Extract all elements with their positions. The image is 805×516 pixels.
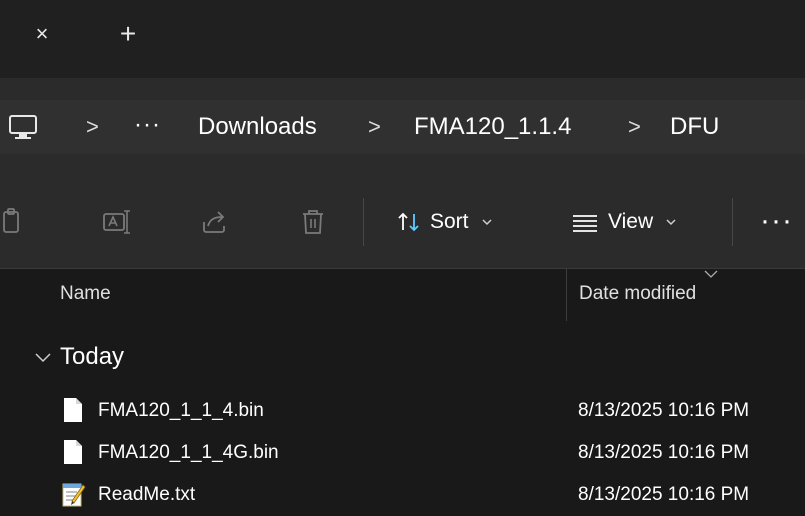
- file-date: 8/13/2025 10:16 PM: [578, 442, 750, 463]
- view-button[interactable]: View: [570, 202, 677, 242]
- file-date: 8/13/2025 10:16 PM: [578, 400, 750, 421]
- group-header-today[interactable]: Today: [34, 343, 124, 371]
- breadcrumb[interactable]: > ··· Downloads > FMA120_1.1.4 > DFU: [0, 100, 805, 154]
- close-tab-button[interactable]: ×: [28, 20, 56, 48]
- file-list: Name Date modified Today FMA120_1_1_4.bi…: [0, 269, 805, 516]
- group-label: Today: [60, 343, 125, 370]
- sort-button[interactable]: Sort: [396, 202, 493, 242]
- command-bar: Sort View ···: [0, 176, 805, 269]
- delete-icon[interactable]: [296, 206, 330, 238]
- toolbar-divider: [363, 198, 364, 246]
- more-options-button[interactable]: ···: [760, 204, 793, 238]
- computer-icon[interactable]: [6, 114, 42, 142]
- view-list-icon: [573, 215, 597, 232]
- column-separator[interactable]: [566, 269, 567, 321]
- sort-icon: [398, 212, 419, 232]
- paste-icon[interactable]: [0, 206, 26, 238]
- file-icon: [64, 440, 82, 464]
- plus-icon: +: [119, 18, 137, 49]
- chevron-down-icon: [666, 219, 676, 226]
- toolbar-divider: [732, 198, 733, 246]
- breadcrumb-fma120[interactable]: FMA120_1.1.4: [414, 113, 571, 141]
- file-row[interactable]: FMA120_1_1_4G.bin 8/13/2025 10:16 PM: [0, 435, 805, 471]
- breadcrumb-overflow[interactable]: ···: [134, 111, 161, 139]
- close-icon: ×: [35, 21, 49, 46]
- new-tab-button[interactable]: +: [112, 18, 144, 50]
- breadcrumb-dfu[interactable]: DFU: [670, 113, 719, 141]
- breadcrumb-separator[interactable]: >: [368, 114, 381, 140]
- breadcrumb-separator[interactable]: >: [628, 114, 641, 140]
- column-header-date[interactable]: Date modified: [579, 283, 696, 305]
- rename-icon[interactable]: [100, 206, 134, 238]
- chevron-down-icon: [481, 219, 492, 226]
- breadcrumb-downloads[interactable]: Downloads: [198, 113, 317, 141]
- share-icon[interactable]: [198, 206, 232, 238]
- file-date: 8/13/2025 10:16 PM: [578, 484, 750, 505]
- view-label: View: [608, 210, 654, 233]
- sort-indicator-icon: [704, 270, 718, 278]
- tab-bar: × +: [0, 0, 805, 78]
- notepad-icon: [62, 483, 86, 507]
- breadcrumb-separator[interactable]: >: [86, 114, 99, 140]
- file-icon: [64, 398, 82, 422]
- file-row[interactable]: FMA120_1_1_4.bin 8/13/2025 10:16 PM: [0, 393, 805, 429]
- address-bar-region: > ··· Downloads > FMA120_1.1.4 > DFU: [0, 78, 805, 176]
- file-name: FMA120_1_1_4G.bin: [98, 442, 279, 463]
- file-name: FMA120_1_1_4.bin: [98, 400, 264, 421]
- column-header-name[interactable]: Name: [60, 283, 111, 305]
- file-row[interactable]: ReadMe.txt 8/13/2025 10:16 PM: [0, 477, 805, 513]
- file-name: ReadMe.txt: [98, 484, 196, 505]
- sort-label: Sort: [430, 210, 469, 233]
- chevron-down-icon: [35, 353, 51, 363]
